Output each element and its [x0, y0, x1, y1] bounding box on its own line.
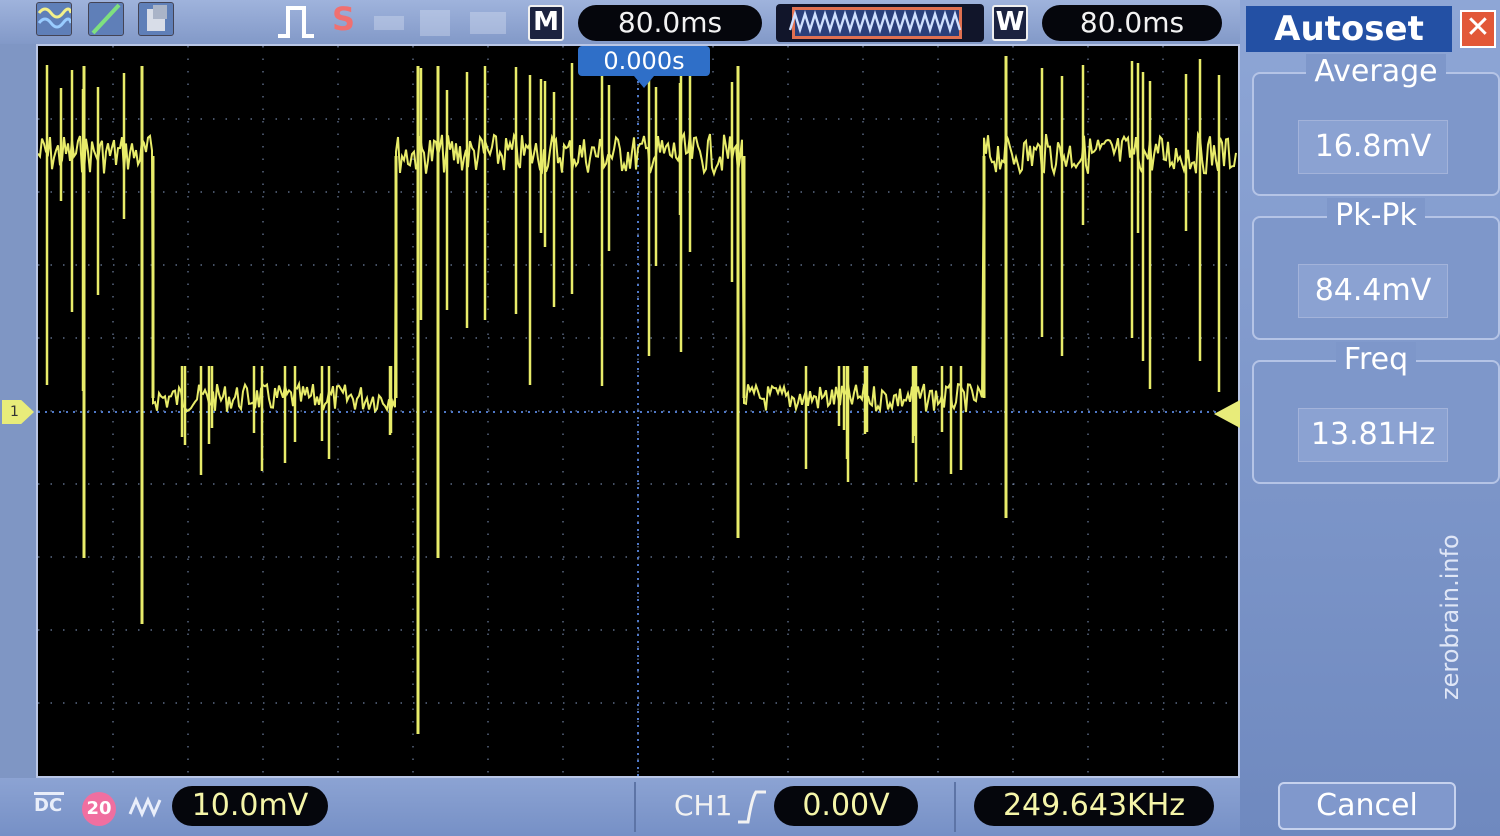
- bottom-divider-2: [954, 782, 956, 832]
- measurement-pkpk-value: 84.4mV: [1298, 264, 1448, 318]
- measurement-freq-value: 13.81Hz: [1298, 408, 1448, 462]
- disabled-icons: [370, 8, 520, 38]
- waveform-display: [36, 44, 1240, 778]
- trigger-frequency: 249.643KHz: [974, 786, 1214, 826]
- cancel-button[interactable]: Cancel: [1278, 782, 1456, 830]
- scope-grid-and-trace: [38, 46, 1238, 776]
- window-mode-label: W: [992, 5, 1028, 41]
- memory-window-bar[interactable]: [776, 4, 984, 42]
- measurement-average-label-wrap: Average: [1252, 54, 1500, 90]
- bandwidth-limit-badge[interactable]: 20: [82, 792, 116, 826]
- close-button[interactable]: ✕: [1460, 10, 1496, 48]
- measurement-average-value: 16.8mV: [1298, 120, 1448, 174]
- pulse-trigger-icon: [276, 4, 316, 40]
- stop-status: S: [332, 0, 356, 38]
- bottom-divider-1: [634, 782, 636, 832]
- trigger-level[interactable]: 0.00V: [774, 786, 918, 826]
- watermark: zerobrain.info: [1436, 534, 1464, 700]
- coupling-label: DC: [34, 795, 63, 816]
- memory-waveform-icon: [788, 9, 962, 35]
- main-mode-label: M: [528, 5, 564, 41]
- rising-edge-icon: [736, 788, 768, 826]
- measurement-freq-label: Freq: [1335, 342, 1417, 377]
- panel-title: Autoset: [1246, 6, 1452, 52]
- window-timebase[interactable]: 80.0ms: [1042, 5, 1222, 41]
- measurement-pkpk-label: Pk-Pk: [1327, 198, 1425, 233]
- main-timebase[interactable]: 80.0ms: [578, 5, 762, 41]
- measurement-pkpk-label-wrap: Pk-Pk: [1252, 198, 1500, 234]
- coupling-indicator[interactable]: DC: [34, 792, 72, 826]
- probe-waveform-icon: [128, 794, 162, 824]
- trigger-time-readout: 0.000s: [578, 46, 710, 76]
- trigger-position-marker: [634, 76, 654, 88]
- persistence-icon[interactable]: [138, 2, 174, 36]
- volts-per-div[interactable]: 10.0mV: [172, 786, 328, 826]
- measurement-freq-label-wrap: Freq: [1252, 342, 1500, 378]
- ch1-trace: [38, 130, 1237, 414]
- waveform-display-icon[interactable]: [36, 2, 73, 36]
- channel1-ground-marker[interactable]: 1: [2, 400, 34, 424]
- vectors-icon[interactable]: [88, 2, 124, 36]
- measurement-average-label: Average: [1306, 54, 1446, 89]
- trigger-source[interactable]: CH1: [674, 786, 734, 826]
